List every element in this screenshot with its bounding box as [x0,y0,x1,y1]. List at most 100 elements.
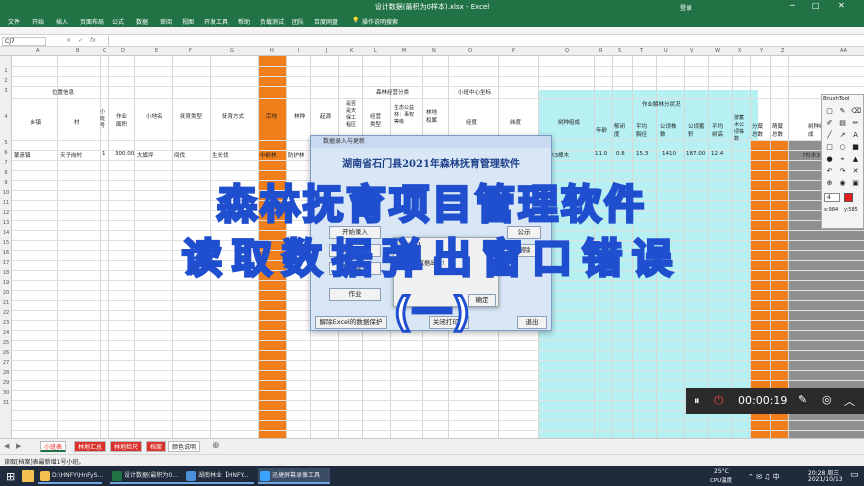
color-swatch[interactable] [844,193,853,202]
prev-sheet-icon[interactable]: ◀ [4,442,9,450]
column-x[interactable]: X [738,48,741,54]
column-t[interactable]: T [640,48,643,54]
highlight-icon[interactable]: ▤ [838,119,847,128]
cancel-icon[interactable]: × [66,37,71,44]
cell-b6[interactable]: 天子岗村 [60,151,82,159]
cell-a6[interactable]: 蒙彦镇 [14,151,31,159]
column-w[interactable]: W [715,48,720,54]
tab-archive[interactable]: 档案 [146,441,167,452]
row-4[interactable]: 4 [1,114,11,120]
chevron-up-icon[interactable]: ︿ [844,393,855,409]
tab-baidu[interactable]: 百度网盘 [314,17,338,26]
minimize-icon[interactable]: ─ [790,1,795,10]
cell-r6[interactable]: 11.0 [595,151,607,157]
tray-icons[interactable]: ⌃ ✉ ♫ 中 [748,472,780,482]
taskbar-excel-window[interactable]: 设计数据(最积为0... [110,468,190,484]
maximize-icon[interactable]: □ [812,1,820,10]
row-5[interactable]: 5 [1,140,11,146]
line-icon[interactable]: ╱ [825,131,834,140]
column-p[interactable]: P [512,48,515,54]
enter-icon[interactable]: ✓ [78,37,83,44]
tab-formulas[interactable]: 公式 [112,17,124,26]
cell-f6[interactable]: 间伐 [174,151,185,159]
tab-review[interactable]: 审阅 [160,17,172,26]
fill-icon[interactable]: ▲ [851,155,860,164]
column-l[interactable]: L [374,48,377,54]
start-icon[interactable]: ⊞ [6,470,15,483]
draw-icon[interactable]: ✎ [798,393,807,406]
cell-v6[interactable]: 187.00 [686,151,705,157]
row-28[interactable]: 28 [1,370,11,376]
cell-e6[interactable]: 大旗坪 [137,151,154,159]
close-icon[interactable]: ✕ [838,1,845,10]
row-29[interactable]: 29 [1,380,11,386]
column-aa[interactable]: AA [840,48,847,54]
column-z[interactable]: Z [781,48,784,54]
row-31[interactable]: 31 [1,400,11,406]
taskbar-recorder-app[interactable]: 迅捷屏幕录像工具 [258,468,330,484]
clock-date[interactable]: 2021/10/13 [808,476,843,483]
camera-icon[interactable]: ◎ [822,393,832,406]
row-3[interactable]: 3 [1,88,11,94]
eraser-icon[interactable]: ⌫ [851,107,861,116]
tab-color-note[interactable]: 颜色说明 [168,441,201,452]
column-u[interactable]: U [664,48,668,54]
pause-icon[interactable]: ⏸ [694,394,700,408]
rectangle-icon[interactable]: □ [825,143,834,152]
tab-plot-table[interactable]: 小班表 [40,441,67,452]
pencil-icon[interactable]: ✎ [838,107,847,116]
filled-rect-icon[interactable]: ■ [851,143,860,152]
row-30[interactable]: 30 [1,390,11,396]
column-e[interactable]: E [155,48,158,54]
tab-forest-measure[interactable]: 林地检尺 [110,441,143,452]
tab-home[interactable]: 开始 [32,17,44,26]
column-v[interactable]: V [690,48,693,54]
undo-icon[interactable]: ↶ [825,167,834,176]
cell-w6[interactable]: 12.4 [711,151,723,157]
column-y[interactable]: Y [760,48,763,54]
row-6[interactable]: 6 [1,150,11,156]
cell-g6[interactable]: 生长伐 [212,151,229,159]
row-27[interactable]: 27 [1,360,11,366]
row-25[interactable]: 25 [1,340,11,346]
tab-help[interactable]: 帮助 [238,17,250,26]
next-sheet-icon[interactable]: ▶ [16,442,21,450]
file-explorer-icon[interactable] [22,470,34,482]
column-o[interactable]: O [468,48,472,54]
cell-u6[interactable]: 1410 [662,151,676,157]
tab-insert[interactable]: 插入 [56,17,68,26]
column-j[interactable]: J [326,48,327,54]
column-g[interactable]: G [230,48,234,54]
column-k[interactable]: K [350,48,353,54]
brush-size-select[interactable]: 4 [824,193,840,202]
pointer-icon[interactable]: ⌖ [838,155,847,164]
cell-i6[interactable]: 防护林 [288,151,305,159]
cell-t6[interactable]: 15.3 [636,151,648,157]
column-b[interactable]: B [76,48,79,54]
text-icon[interactable]: A [851,131,860,140]
cell-c6[interactable]: 1 [102,151,106,157]
cell-h6[interactable]: 中龄林 [260,151,277,159]
row-2[interactable]: 2 [1,78,11,84]
tab-forest-summary[interactable]: 林地汇总 [74,441,107,452]
tab-developer[interactable]: 开发工具 [204,17,228,26]
row-1[interactable]: 1 [1,68,11,74]
add-sheet-icon[interactable]: ⊕ [212,441,220,451]
clear-icon[interactable]: ✕ [851,167,860,176]
cell-d6[interactable]: 300.00 [115,151,134,157]
arrow-icon[interactable]: ↗ [838,131,847,140]
column-s[interactable]: S [618,48,621,54]
column-f[interactable]: F [189,48,192,54]
zoom-icon[interactable]: ⊕ [825,179,834,188]
tab-team[interactable]: 团队 [292,17,304,26]
camera-icon[interactable]: ◉ [838,179,847,188]
column-c[interactable]: C [103,48,107,54]
redo-icon[interactable]: ↷ [838,167,847,176]
tab-file[interactable]: 文件 [8,17,20,26]
cell-s6[interactable]: 0.8 [616,151,625,157]
cell-aa6[interactable]: 7杉木3 [802,151,820,159]
row-7[interactable]: 7 [1,160,11,166]
tell-me-search[interactable]: 操作说明搜索 [362,17,398,26]
name-box[interactable]: CJ7 [2,37,46,46]
column-r[interactable]: R [599,48,602,54]
